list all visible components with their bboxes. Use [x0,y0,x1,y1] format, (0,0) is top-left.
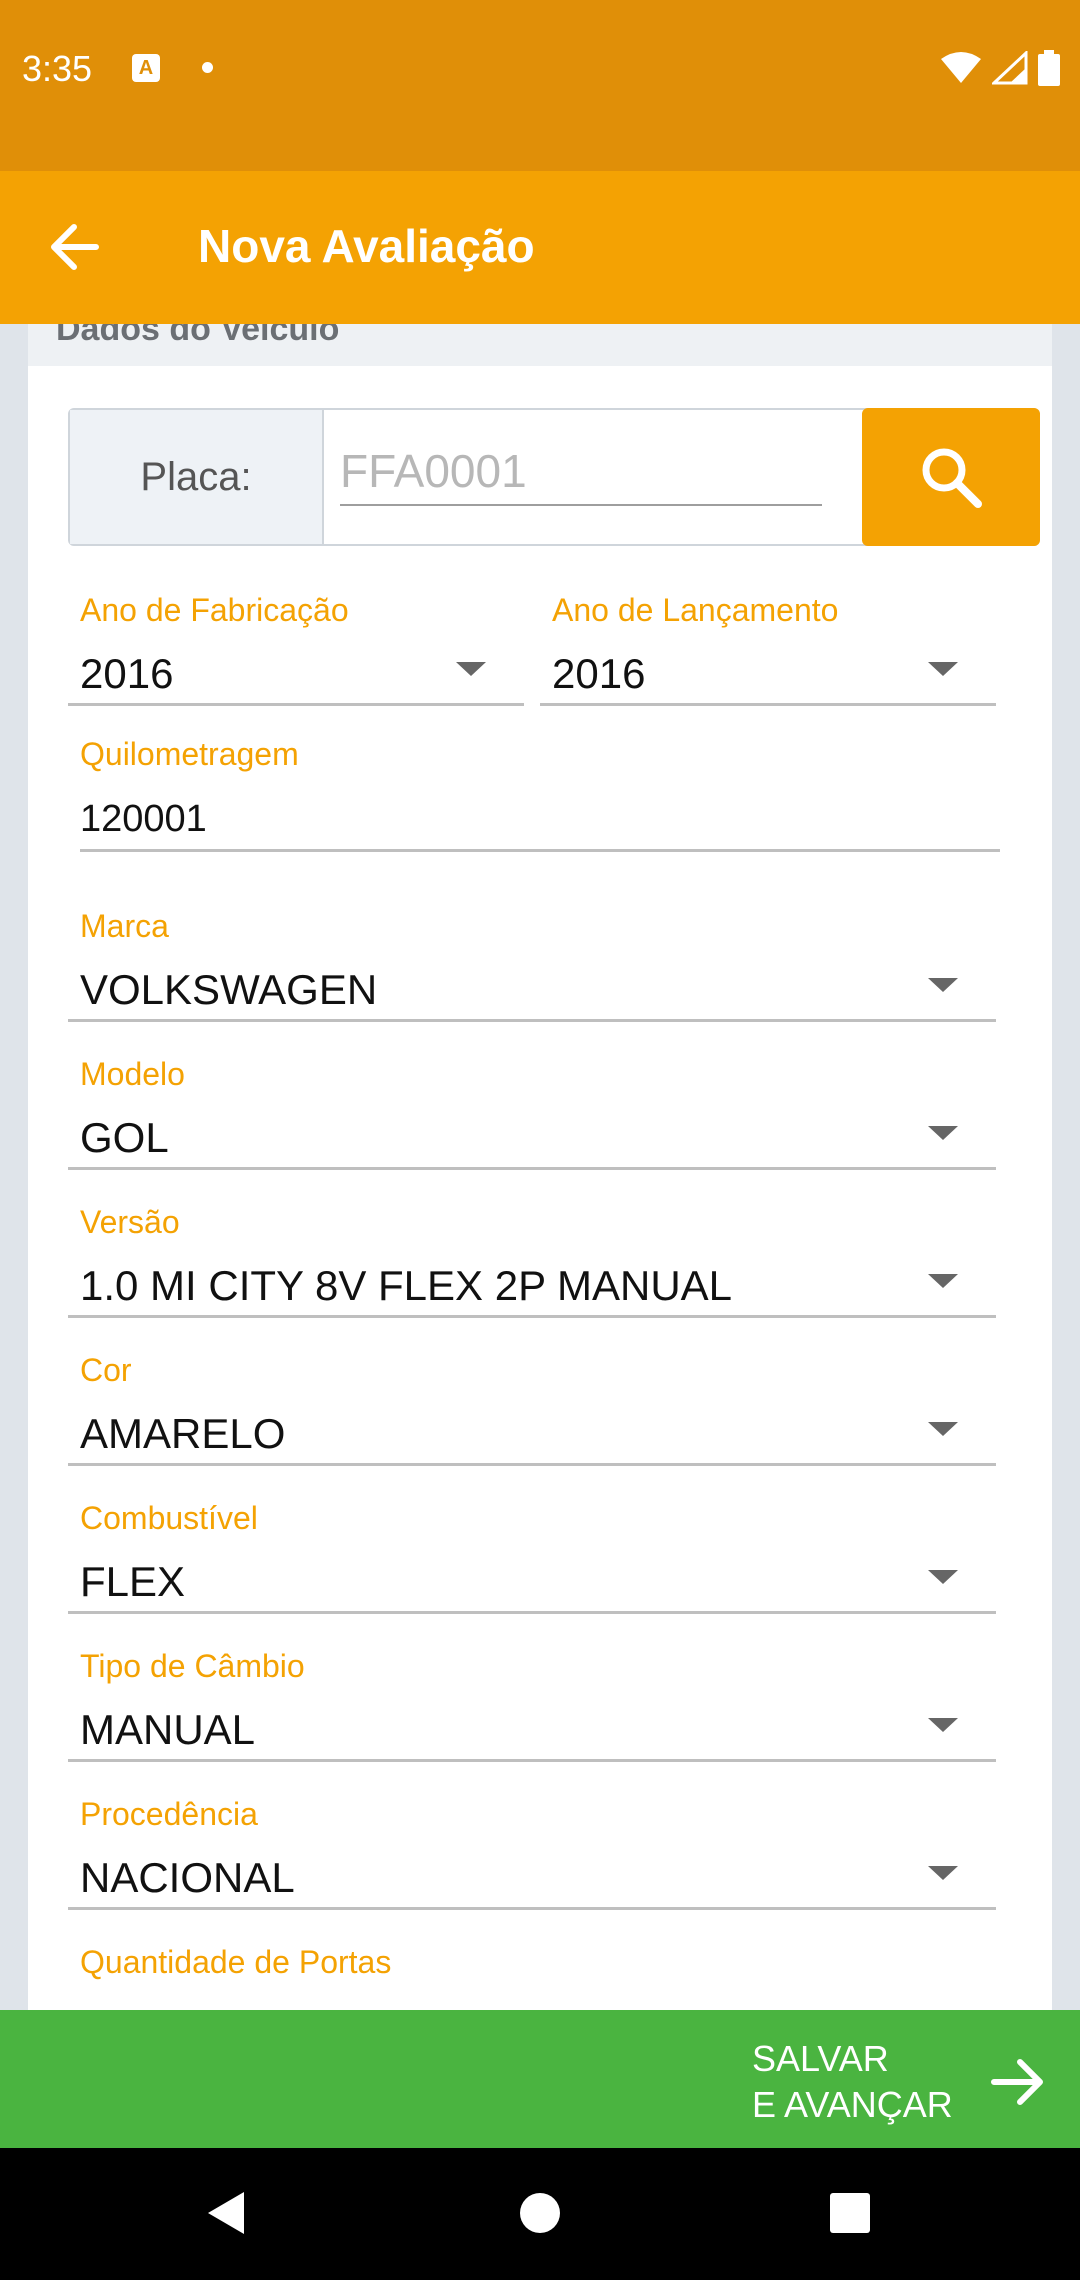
chevron-down-icon [928,1274,958,1288]
combustivel-label: Combustível [80,1500,258,1536]
chevron-down-icon [928,978,958,992]
chevron-down-icon [456,662,486,676]
field-underline [540,703,996,706]
quantidade-portas-label: Quantidade de Portas [80,1944,392,1980]
cor-value: AMARELO [80,1410,286,1457]
tipo-cambio-value: MANUAL [80,1706,256,1753]
procedencia-value: NACIONAL [80,1854,295,1901]
section-header: Dados do Veículo [28,324,1052,366]
tipo-cambio-select[interactable]: Tipo de Câmbio MANUAL [68,1648,996,1762]
chevron-down-icon [928,662,958,676]
field-underline [68,1019,996,1022]
page-title: Nova Avaliação [198,220,535,272]
field-underline [68,1759,996,1762]
app-bar: Nova Avaliação [0,171,1080,324]
versao-label: Versão [80,1204,180,1240]
status-icons [935,50,1060,86]
ano-fabricacao-value: 2016 [80,650,174,697]
field-underline [80,849,1000,852]
field-underline [68,1907,996,1910]
chevron-down-icon [928,1422,958,1436]
marca-select[interactable]: Marca VOLKSWAGEN [68,908,996,1022]
ano-lancamento-select[interactable]: Ano de Lançamento 2016 [540,592,996,706]
save-button-label-line1: SALVAR [752,2038,889,2079]
search-button[interactable] [862,408,1040,546]
signal-icon [991,51,1028,85]
status-time: 3:35 [22,48,93,89]
versao-select[interactable]: Versão 1.0 MI CITY 8V FLEX 2P MANUAL [68,1204,996,1318]
field-underline [68,1463,996,1466]
versao-value: 1.0 MI CITY 8V FLEX 2P MANUAL [80,1262,733,1309]
ano-lancamento-value: 2016 [552,650,646,697]
marca-value: VOLKSWAGEN [80,966,378,1013]
chevron-down-icon [928,1718,958,1732]
modelo-value: GOL [80,1114,169,1161]
chevron-down-icon [928,1126,958,1140]
battery-icon [1038,50,1060,86]
field-underline [68,1315,996,1318]
recents-square-icon[interactable] [828,2188,872,2238]
modelo-select[interactable]: Modelo GOL [68,1056,996,1170]
ano-fabricacao-label: Ano de Fabricação [80,592,349,628]
ano-fabricacao-select[interactable]: Ano de Fabricação 2016 [68,592,524,706]
quilometragem-label: Quilometragem [80,736,299,772]
save-bar: SALVAR E AVANÇAR [0,2010,1080,2148]
field-underline [68,1611,996,1614]
section-title: Dados do Veículo [56,324,340,348]
ano-lancamento-label: Ano de Lançamento [552,592,839,628]
a-notification-icon: A [132,54,160,82]
plate-input[interactable] [340,438,822,506]
save-and-continue-button[interactable]: SALVAR E AVANÇAR [740,2038,1060,2128]
modelo-label: Modelo [80,1056,185,1092]
status-bar: 3:35 A [0,0,1080,171]
arrow-right-icon [991,2059,1043,2105]
procedencia-select[interactable]: Procedência NACIONAL [68,1796,996,1910]
arrow-left-icon [51,224,99,270]
field-underline [68,703,524,706]
quilometragem-value: 120001 [80,798,207,840]
plate-search-group: Placa: [68,408,1040,546]
plate-label: Placa: [70,410,324,544]
vehicle-form: Dados do Veículo Placa: Ano de Fabricaçã… [28,324,1052,2010]
search-icon [922,448,982,508]
back-triangle-icon[interactable] [204,2188,248,2238]
combustivel-value: FLEX [80,1558,186,1605]
field-underline [68,1167,996,1170]
chevron-down-icon [928,1866,958,1880]
dot-icon [202,62,213,73]
marca-label: Marca [80,908,169,944]
cor-select[interactable]: Cor AMARELO [68,1352,996,1466]
system-nav-bar [0,2148,1080,2280]
quantidade-portas-select[interactable]: Quantidade de Portas [68,1944,996,2010]
save-button-label-line2: E AVANÇAR [752,2084,953,2125]
quilometragem-field[interactable]: Quilometragem 120001 [80,736,1000,852]
chevron-down-icon [928,1570,958,1584]
home-circle-icon[interactable] [518,2188,562,2238]
combustivel-select[interactable]: Combustível FLEX [68,1500,996,1614]
wifi-icon [941,52,982,83]
back-button[interactable] [40,207,120,287]
cor-label: Cor [80,1352,132,1388]
procedencia-label: Procedência [80,1796,258,1832]
tipo-cambio-label: Tipo de Câmbio [80,1648,305,1684]
